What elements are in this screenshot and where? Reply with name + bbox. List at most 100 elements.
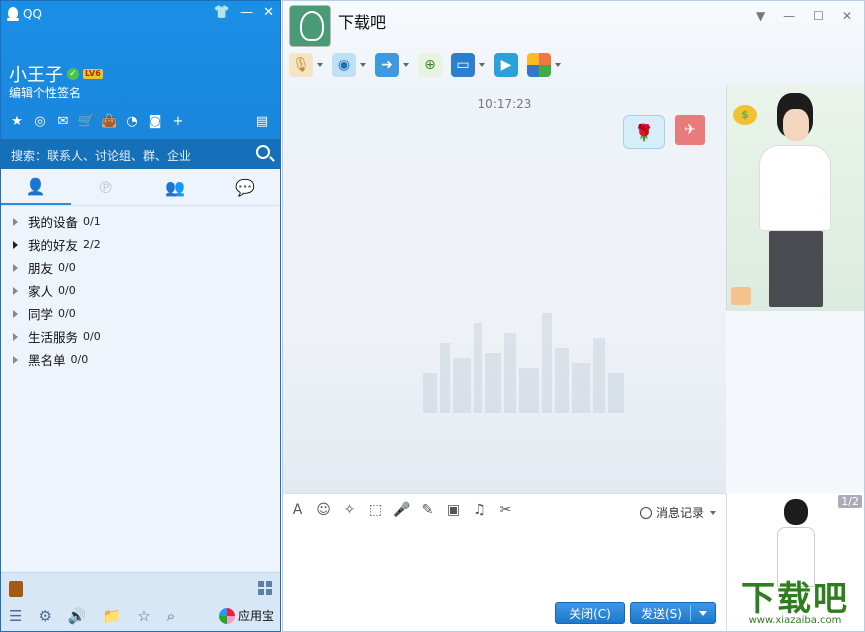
poke-icon[interactable]: ✧	[341, 502, 358, 518]
group-row-classmates[interactable]: 同学 0/0	[1, 302, 280, 325]
group-row-devices[interactable]: 我的设备 0/1	[1, 210, 280, 233]
sessions-icon: 💬	[235, 177, 256, 197]
volume-icon[interactable]: 🔊	[68, 607, 87, 625]
cart-icon[interactable]: 🛒	[78, 114, 94, 130]
group-name: 朋友	[28, 261, 54, 276]
send-button[interactable]: 发送(S)	[630, 602, 716, 624]
contact-avatar[interactable]	[289, 5, 331, 47]
contact-group-list: 我的设备 0/1 我的好友 2/2 朋友 0/0 家人 0/0 同学 0/0 生…	[1, 206, 280, 572]
minimize-icon[interactable]: —	[783, 9, 795, 23]
close-icon[interactable]: ✕	[842, 9, 852, 23]
edit-icon[interactable]: ✎	[419, 502, 436, 518]
screen-share-button[interactable]: ▶	[494, 53, 518, 77]
group-count: 0/0	[58, 307, 76, 320]
group-row-friends[interactable]: 我的好友 2/2	[1, 233, 280, 256]
tab-contacts[interactable]: 👤	[1, 169, 71, 205]
contacts-icon: 👤	[25, 176, 46, 196]
settings-icon[interactable]: ⚙	[38, 607, 51, 625]
menu-icon[interactable]: ☰	[9, 607, 22, 625]
video-call-button[interactable]: ◉	[332, 53, 366, 77]
music-icon[interactable]: ◔	[124, 114, 140, 130]
groups-icon: 👥	[165, 177, 186, 197]
sender-avatar[interactable]: ✈	[675, 115, 705, 145]
chevron-down-icon	[710, 510, 716, 515]
create-group-icon: ⊕	[418, 53, 442, 77]
create-group-button[interactable]: ⊕	[418, 53, 442, 77]
group-row-blacklist[interactable]: 黑名单 0/0	[1, 348, 280, 371]
app-store-icon	[218, 607, 235, 624]
apps-button[interactable]	[527, 53, 561, 77]
group-count: 0/0	[70, 353, 89, 366]
group-name: 黑名单	[28, 353, 66, 368]
maximize-icon[interactable]: ☐	[813, 9, 824, 23]
camera-icon[interactable]: ◙	[147, 114, 163, 130]
voice-call-button[interactable]: 🎙	[289, 53, 323, 77]
mail-icon[interactable]: ✉	[55, 114, 71, 130]
group-name: 家人	[28, 284, 54, 299]
dropdown-icon[interactable]: ▼	[756, 9, 765, 23]
expand-arrow-icon	[13, 217, 18, 226]
clock-icon	[639, 506, 652, 519]
self-show-pane: 1/2 下载吧 www.xiazaiba.com	[726, 493, 864, 631]
file-transfer-button[interactable]: ➜	[375, 53, 409, 77]
emoji-icon[interactable]: ☺	[315, 502, 332, 518]
notebook-icon[interactable]	[9, 581, 23, 597]
qq-header: QQ 👕 — ✕ 小王子 ✓ LV6 编辑个性签名 ★ ◎ ✉ 🛒 👜 ◔ ◙	[1, 1, 280, 139]
level-badge[interactable]: LV6	[83, 69, 103, 79]
contact-search-bar[interactable]: 搜索：联系人、讨论组、群、企业	[1, 139, 280, 169]
group-row-pengyou[interactable]: 朋友 0/0	[1, 256, 280, 279]
favorite-icon[interactable]: ☆	[137, 607, 150, 625]
font-icon[interactable]: A	[289, 502, 306, 518]
scissors-icon[interactable]: ✂	[497, 502, 514, 518]
message-bubble[interactable]: 🌹	[623, 115, 665, 149]
search-icon[interactable]: ⌕	[167, 607, 175, 625]
message-area[interactable]: 10:17:23 🌹 ✈	[283, 85, 726, 493]
group-name: 同学	[28, 307, 54, 322]
app-manager-icon[interactable]: ▤	[254, 114, 270, 130]
search-input[interactable]: 搜索：联系人、讨论组、群、企业	[11, 147, 191, 164]
music-icon[interactable]: ♫	[471, 502, 488, 518]
search-icon[interactable]	[256, 145, 270, 159]
group-count: 0/1	[83, 215, 101, 228]
screenshot-icon[interactable]: ⬚	[367, 502, 384, 518]
message-input-area[interactable]: A ☺ ✧ ⬚ 🎤 ✎ ▣ ♫ ✂ 消息记录 关闭(C) 发送(S)	[283, 493, 726, 631]
wallet-icon[interactable]: 👜	[101, 114, 117, 130]
tab-moments[interactable]: ℗	[71, 169, 141, 205]
search-icon[interactable]: ◎	[32, 114, 48, 130]
plus-icon[interactable]: +	[170, 114, 186, 130]
folder-icon[interactable]: 📁	[103, 607, 122, 625]
send-options-icon[interactable]	[699, 611, 707, 616]
group-name: 生活服务	[28, 330, 79, 345]
close-button[interactable]: 关闭(C)	[555, 602, 625, 624]
minimize-icon[interactable]: —	[240, 5, 253, 20]
contact-show-avatar	[747, 93, 843, 309]
remote-desktop-button[interactable]: ▭	[451, 53, 485, 77]
desktop: QQ 👕 — ✕ 小王子 ✓ LV6 编辑个性签名 ★ ◎ ✉ 🛒 👜 ◔ ◙	[0, 0, 865, 632]
chat-title[interactable]: 下载吧	[338, 9, 386, 33]
qq-title-bar: QQ	[7, 7, 42, 21]
tab-groups[interactable]: 👥	[141, 169, 211, 205]
message-history-button[interactable]: 消息记录	[639, 504, 716, 521]
group-row-family[interactable]: 家人 0/0	[1, 279, 280, 302]
close-icon[interactable]: ✕	[263, 5, 274, 20]
group-row-services[interactable]: 生活服务 0/0	[1, 325, 280, 348]
signature-field[interactable]: 编辑个性签名	[9, 84, 81, 101]
footer-icons: ☰ ⚙ 🔊 📁 ☆ ⌕	[9, 607, 175, 625]
thumbs-up-icon[interactable]	[731, 287, 751, 305]
grid-icon[interactable]	[258, 581, 272, 595]
expand-arrow-icon	[13, 355, 18, 364]
tab-sessions[interactable]: 💬	[210, 169, 280, 205]
expand-arrow-icon	[13, 309, 18, 318]
show-pager[interactable]: 1/2	[838, 495, 862, 508]
shirt-icon[interactable]: 👕	[214, 5, 230, 20]
expand-arrow-icon	[13, 240, 18, 249]
history-label: 消息记录	[655, 506, 704, 520]
voice-icon[interactable]: 🎤	[393, 502, 410, 518]
rose-icon: 🌹	[634, 122, 654, 142]
star-icon[interactable]: ★	[9, 114, 25, 130]
contact-show-pane: $	[726, 85, 864, 311]
image-icon[interactable]: ▣	[445, 502, 462, 518]
app-store-button[interactable]: 应用宝	[218, 607, 274, 624]
watermark-logo: 下载吧	[741, 579, 849, 619]
app-shortcuts: ★ ◎ ✉ 🛒 👜 ◔ ◙ +	[9, 114, 186, 130]
